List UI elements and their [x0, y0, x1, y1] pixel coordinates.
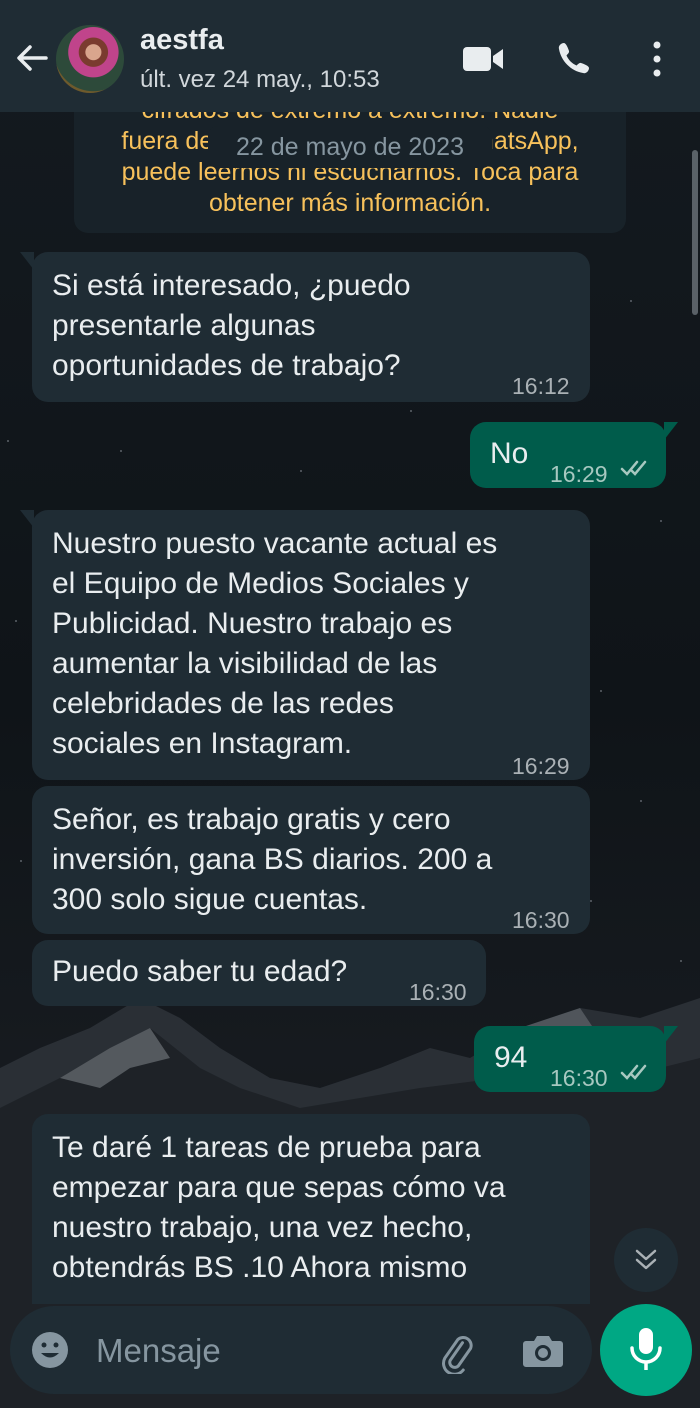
- message-line: Si está interesado, ¿puedo: [52, 269, 411, 302]
- double-check-icon: [620, 1064, 647, 1080]
- contact-name[interactable]: aestfa: [140, 24, 224, 57]
- message-bubble-outgoing[interactable]: No 16:29: [470, 422, 678, 488]
- paperclip-icon[interactable]: [434, 1330, 478, 1374]
- camera-icon[interactable]: [522, 1332, 564, 1368]
- bubble-tail: [664, 422, 678, 440]
- message-line: obtendrás BS .10 Ahora mismo: [52, 1251, 468, 1284]
- message-time: 16:29: [512, 753, 570, 779]
- message-line: sociales en Instagram.: [52, 727, 353, 760]
- scroll-down-button[interactable]: [614, 1228, 678, 1292]
- message-line: Te daré 1 tareas de prueba para: [52, 1131, 481, 1164]
- bubble-tail: [32, 1114, 34, 1132]
- bubble-tail: [20, 510, 34, 528]
- message-time: 16:30: [550, 1065, 608, 1091]
- message-bubble-incoming[interactable]: Si está interesado, ¿puedo presentarle a…: [20, 252, 590, 402]
- message-time: 16:30: [512, 907, 570, 933]
- microphone-icon: [630, 1328, 662, 1370]
- message-bubble-incoming[interactable]: Te daré 1 tareas de prueba para empezar …: [32, 1114, 590, 1304]
- message-time: 16:30: [409, 979, 467, 1005]
- message-bubble-incoming[interactable]: Señor, es trabajo gratis y cero inversió…: [32, 786, 590, 934]
- message-time: 16:12: [512, 373, 570, 399]
- arrow-left-icon[interactable]: [14, 40, 50, 76]
- phone-icon[interactable]: [556, 40, 592, 76]
- message-text: 94: [494, 1041, 528, 1074]
- message-line: el Equipo de Medios Sociales y: [52, 567, 469, 600]
- bubble-tail: [20, 252, 34, 270]
- encryption-notice-line-3: obtener más información.: [208, 189, 492, 217]
- message-line: inversión, gana BS diarios. 200 a: [52, 843, 493, 876]
- last-seen-status: últ. vez 24 may., 10:53: [140, 66, 380, 93]
- bubble-tail: [664, 1026, 678, 1044]
- message-line: presentarle algunas: [52, 309, 316, 342]
- message-text: Si está interesado, ¿puedo presentarle a…: [52, 266, 411, 386]
- double-check-icon: [620, 460, 647, 476]
- message-bubble-incoming[interactable]: Nuestro puesto vacante actual es el Equi…: [20, 510, 590, 780]
- message-bubble-outgoing[interactable]: 94 16:30: [474, 1026, 678, 1092]
- chat-header: aestfa últ. vez 24 may., 10:53: [0, 0, 700, 112]
- chat-scrollbar[interactable]: [692, 150, 698, 315]
- message-line: oportunidades de trabajo?: [52, 349, 401, 382]
- message-composer: [10, 1306, 592, 1394]
- emoji-icon[interactable]: [30, 1330, 70, 1370]
- message-line: Nuestro puesto vacante actual es: [52, 527, 498, 560]
- message-line: Señor, es trabajo gratis y cero: [52, 803, 451, 836]
- message-line: nuestro trabajo, una vez hecho,: [52, 1211, 473, 1244]
- avatar[interactable]: [56, 25, 124, 93]
- message-line: empezar para que sepas cómo va: [52, 1171, 506, 1204]
- more-vertical-icon[interactable]: [648, 40, 666, 78]
- message-text: No: [490, 437, 529, 470]
- mic-button[interactable]: [600, 1304, 692, 1396]
- message-line: Publicidad. Nuestro trabajo es: [52, 607, 453, 640]
- message-text: Puedo saber tu edad?: [52, 955, 348, 988]
- message-bubble-incoming[interactable]: Puedo saber tu edad? 16:30: [32, 940, 486, 1006]
- message-time: 16:29: [550, 461, 608, 487]
- video-camera-icon[interactable]: [462, 44, 504, 74]
- date-chip: 22 de mayo de 2023: [208, 126, 492, 168]
- message-line: celebridades de las redes: [52, 687, 394, 720]
- message-text: Te daré 1 tareas de prueba para empezar …: [52, 1128, 506, 1288]
- message-text: Señor, es trabajo gratis y cero inversió…: [52, 800, 492, 920]
- message-line: aumentar la visibilidad de las: [52, 647, 438, 680]
- message-line: 300 solo sigue cuentas.: [52, 883, 368, 916]
- message-input[interactable]: [94, 1326, 418, 1376]
- message-text: Nuestro puesto vacante actual es el Equi…: [52, 524, 497, 764]
- double-chevron-down-icon: [635, 1249, 657, 1270]
